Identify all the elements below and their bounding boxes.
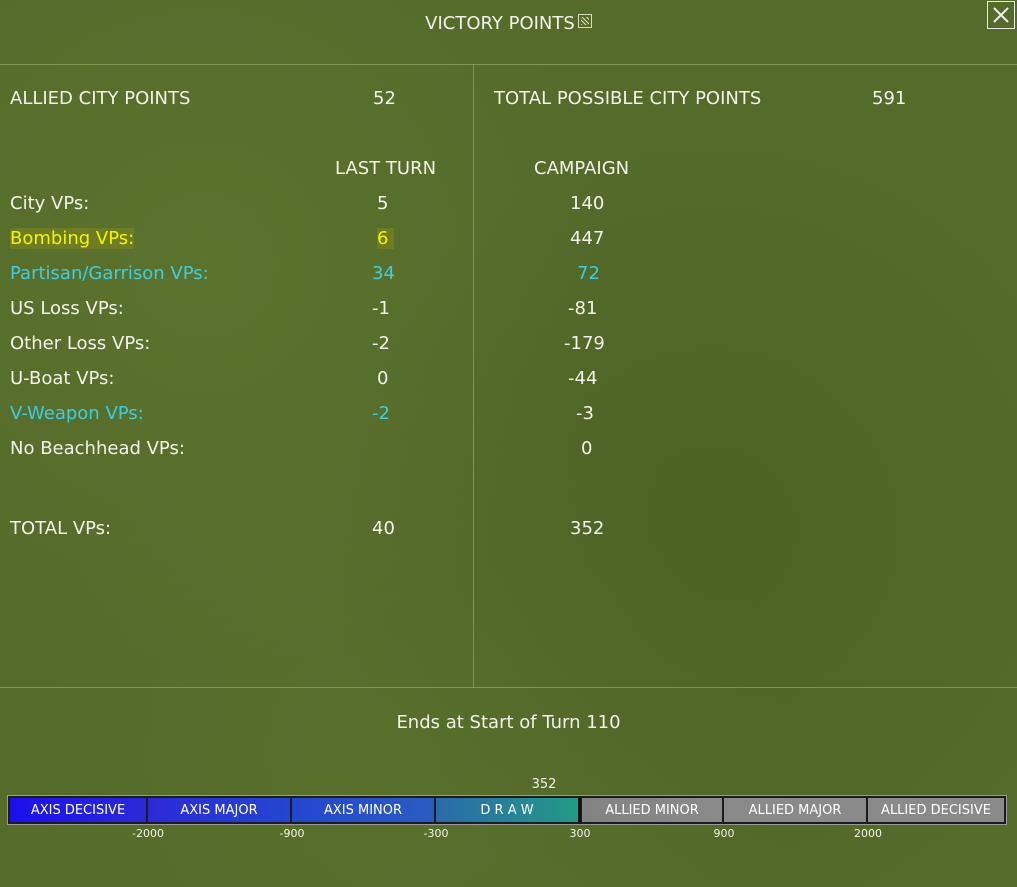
segment-axis-decisive[interactable]: AXIS DECISIVE bbox=[10, 798, 146, 822]
row-last-turn: -2 bbox=[372, 403, 390, 424]
scale-tick: -2000 bbox=[132, 827, 164, 840]
segment-allied-major[interactable]: ALLIED MAJOR bbox=[724, 798, 866, 822]
row-label: Bombing VPs: bbox=[10, 228, 135, 249]
scale-tick: -900 bbox=[279, 827, 305, 840]
window-icon bbox=[577, 14, 592, 28]
total-possible-value: 591 bbox=[872, 88, 907, 109]
row-last-turn: -2 bbox=[372, 333, 390, 354]
row-label: U-Boat VPs: bbox=[10, 368, 115, 389]
window-title-text: VICTORY POINTS bbox=[425, 13, 575, 34]
row-last-turn: 5 bbox=[377, 193, 389, 214]
current-vp-value: 352 bbox=[531, 777, 557, 792]
allied-city-points-value: 52 bbox=[373, 88, 396, 109]
row-label: Partisan/Garrison VPs: bbox=[10, 263, 209, 284]
divider-top bbox=[0, 64, 1017, 65]
total-possible-label: TOTAL POSSIBLE CITY POINTS bbox=[494, 88, 762, 109]
segment-axis-major[interactable]: AXIS MAJOR bbox=[148, 798, 290, 822]
divider-vertical bbox=[473, 64, 474, 688]
total-label: TOTAL VPs: bbox=[10, 518, 112, 539]
divider-bottom bbox=[0, 687, 1017, 688]
row-last-turn: 6 bbox=[377, 228, 395, 249]
row-campaign: 0 bbox=[581, 438, 593, 459]
row-campaign: 447 bbox=[570, 228, 605, 249]
victory-scale-bar: AXIS DECISIVE AXIS MAJOR AXIS MINOR D R … bbox=[7, 795, 1007, 825]
row-last-turn: 34 bbox=[372, 263, 395, 284]
row-campaign: 72 bbox=[577, 263, 600, 284]
row-campaign: 140 bbox=[570, 193, 605, 214]
segment-draw[interactable]: D R A W bbox=[436, 798, 578, 822]
current-vp-marker bbox=[579, 798, 581, 822]
row-last-turn: -1 bbox=[372, 298, 390, 319]
row-campaign: -3 bbox=[576, 403, 594, 424]
row-label: City VPs: bbox=[10, 193, 90, 214]
ends-at-text: Ends at Start of Turn 110 bbox=[396, 712, 621, 733]
row-label: V-Weapon VPs: bbox=[10, 403, 144, 424]
row-last-turn: 0 bbox=[377, 368, 389, 389]
header-campaign: CAMPAIGN bbox=[534, 158, 630, 179]
row-label: Other Loss VPs: bbox=[10, 333, 151, 354]
header-last-turn: LAST TURN bbox=[335, 158, 437, 179]
segment-allied-decisive[interactable]: ALLIED DECISIVE bbox=[868, 798, 1004, 822]
row-campaign: -44 bbox=[568, 368, 598, 389]
scale-tick: 300 bbox=[569, 827, 591, 840]
close-icon[interactable] bbox=[987, 1, 1015, 29]
total-last-turn: 40 bbox=[372, 518, 395, 539]
row-campaign: -81 bbox=[568, 298, 598, 319]
row-label: No Beachhead VPs: bbox=[10, 438, 185, 459]
segment-allied-minor[interactable]: ALLIED MINOR bbox=[582, 798, 722, 822]
scale-tick: -300 bbox=[423, 827, 449, 840]
total-campaign: 352 bbox=[570, 518, 605, 539]
row-campaign: -179 bbox=[564, 333, 605, 354]
window-title: VICTORY POINTS bbox=[0, 13, 1017, 34]
segment-axis-minor[interactable]: AXIS MINOR bbox=[292, 798, 434, 822]
scale-tick: 2000 bbox=[854, 827, 882, 840]
row-label: US Loss VPs: bbox=[10, 298, 124, 319]
scale-tick: 900 bbox=[713, 827, 735, 840]
allied-city-points-label: ALLIED CITY POINTS bbox=[10, 88, 191, 109]
